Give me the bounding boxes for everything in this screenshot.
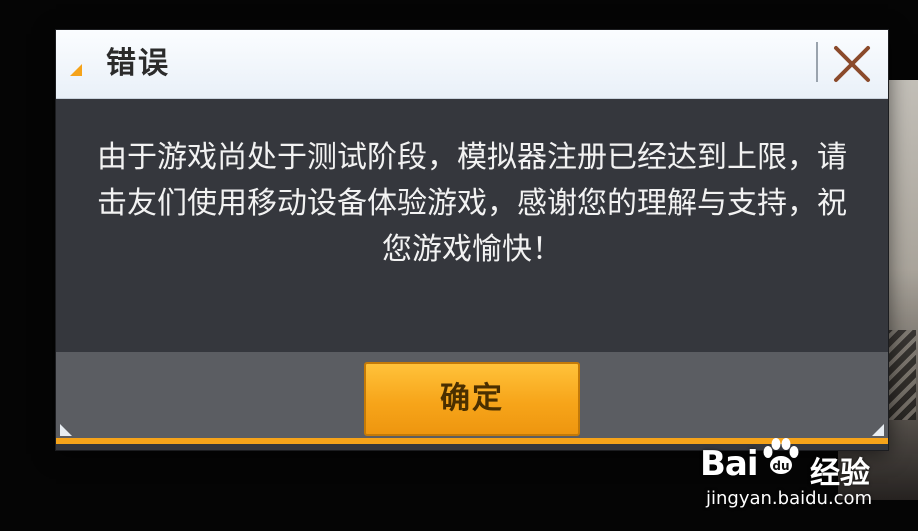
error-dialog: 错误 由于游戏尚处于测试阶段，模拟器注册已经达到上限，请击友们使用移动设备体验游… — [56, 30, 888, 450]
dialog-message: 由于游戏尚处于测试阶段，模拟器注册已经达到上限，请击友们使用移动设备体验游戏，感… — [97, 140, 847, 267]
dialog-title: 错误 — [106, 46, 170, 81]
dialog-body: 由于游戏尚处于测试阶段，模拟器注册已经达到上限，请击友们使用移动设备体验游戏，感… — [56, 99, 888, 352]
corner-left-icon — [60, 424, 72, 436]
watermark-brand-right: 经验 — [810, 456, 870, 491]
confirm-button[interactable]: 确定 — [364, 362, 580, 436]
title-marker-icon — [70, 64, 82, 76]
watermark-url: jingyan.baidu.com — [706, 488, 873, 509]
baidu-jingyan-watermark: Bai du 经验 jingyan.baidu.com — [700, 438, 910, 520]
watermark-brand-left: Bai — [700, 444, 759, 484]
close-button[interactable] — [828, 40, 876, 88]
paw-icon: du — [763, 438, 799, 474]
dialog-footer: 确定 — [56, 352, 888, 444]
close-icon — [834, 46, 870, 82]
svg-text:du: du — [772, 459, 789, 473]
corner-right-icon — [872, 424, 884, 436]
dialog-header: 错误 — [56, 30, 888, 99]
header-divider — [816, 42, 818, 82]
